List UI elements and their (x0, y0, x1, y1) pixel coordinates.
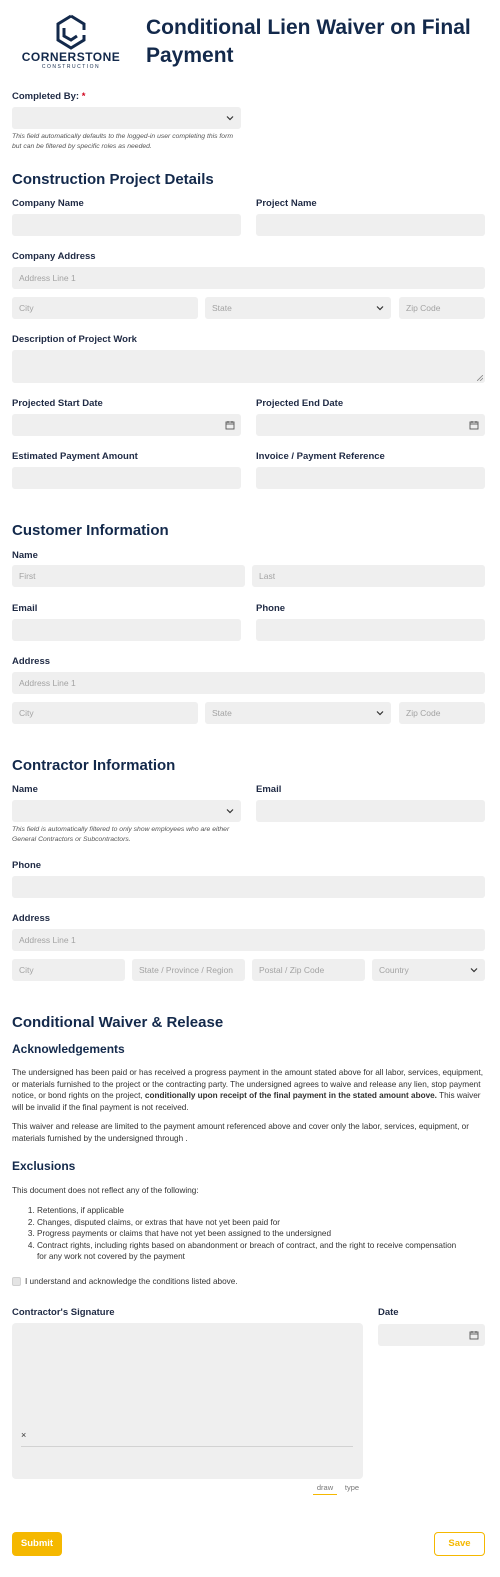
signature-tab-type[interactable]: type (341, 1483, 363, 1492)
page-title: Conditional Lien Waiver on Final Payment (146, 14, 496, 70)
customer-last-name-input[interactable]: Last (252, 565, 485, 587)
company-state-placeholder: State (212, 303, 232, 313)
page-title-line2: Payment (146, 44, 234, 67)
company-logo: CORNERSTONE CONSTRUCTION (14, 14, 128, 70)
exclusion-item: Progress payments or claims that have no… (37, 1228, 467, 1240)
waiver-section-heading: Conditional Waiver & Release (12, 1014, 224, 1031)
company-address-label: Company Address (12, 251, 96, 262)
company-name-input[interactable] (12, 214, 241, 236)
completed-by-help: This field automatically defaults to the… (12, 133, 234, 150)
customer-address-label: Address (12, 656, 51, 667)
chevron-down-icon (226, 809, 234, 814)
acknowledgements-heading: Acknowledgements (12, 1042, 125, 1056)
logo-subtitle: CONSTRUCTION (41, 64, 101, 70)
customer-address-line1-input[interactable]: Address Line 1 (12, 672, 485, 694)
customer-phone-input[interactable] (256, 619, 485, 641)
signature-line (21, 1446, 353, 1447)
page-title-line1: Conditional Lien Waiver on Final (146, 16, 471, 39)
acknowledge-checkbox-label[interactable]: I understand and acknowledge the conditi… (25, 1276, 238, 1288)
clear-signature-icon[interactable]: × (21, 1430, 26, 1440)
contractor-phone-label: Phone (12, 860, 42, 871)
calendar-icon[interactable] (225, 420, 235, 430)
acknowledgement-text-bold: conditionally upon receipt of the final … (144, 1091, 437, 1100)
contractor-address-label: Address (12, 913, 51, 924)
resize-handle-icon[interactable] (477, 375, 483, 381)
invoice-label: Invoice / Payment Reference (256, 451, 385, 462)
customer-phone-label: Phone (256, 603, 286, 614)
signature-label: Contractor's Signature (12, 1307, 115, 1318)
description-label: Description of Project Work (12, 334, 137, 345)
calendar-icon[interactable] (469, 420, 479, 430)
contractor-address-line1-input[interactable]: Address Line 1 (12, 929, 485, 951)
invoice-input[interactable] (256, 467, 485, 489)
exclusion-item: Changes, disputed claims, or extras that… (37, 1217, 467, 1229)
start-date-label: Projected Start Date (12, 398, 103, 409)
exclusions-heading: Exclusions (12, 1159, 76, 1173)
chevron-down-icon (376, 306, 384, 311)
limitation-paragraph: This waiver and release are limited to t… (12, 1122, 469, 1143)
signature-pad[interactable]: × (12, 1323, 363, 1479)
project-name-input[interactable] (256, 214, 485, 236)
project-section-heading: Construction Project Details (12, 171, 214, 188)
customer-first-name-input[interactable]: First (12, 565, 245, 587)
exclusion-item: Retentions, if applicable (37, 1205, 467, 1217)
acknowledge-checkbox[interactable] (12, 1277, 21, 1286)
signature-date-label: Date (378, 1307, 399, 1318)
customer-state-placeholder: State (212, 708, 232, 718)
contractor-state-input[interactable]: State / Province / Region (132, 959, 245, 981)
description-textarea[interactable] (12, 350, 485, 383)
exclusion-item: Contract rights, including rights based … (37, 1240, 467, 1263)
chevron-down-icon (470, 968, 478, 973)
completed-by-label-text: Completed By: (12, 91, 80, 102)
company-address-line1-input[interactable]: Address Line 1 (12, 267, 485, 289)
customer-email-input[interactable] (12, 619, 241, 641)
calendar-icon[interactable] (469, 1330, 479, 1340)
chevron-down-icon (226, 116, 234, 121)
required-mark: * (81, 91, 86, 102)
contractor-email-label: Email (256, 784, 282, 795)
cornerstone-logo-icon (56, 14, 86, 50)
company-name-label: Company Name (12, 198, 84, 209)
exclusions-intro: This document does not reflect any of th… (12, 1186, 199, 1195)
company-city-input[interactable]: City (12, 297, 198, 319)
contractor-email-input[interactable] (256, 800, 485, 822)
exclusions-list: Retentions, if applicable Changes, dispu… (37, 1205, 467, 1263)
contractor-section-heading: Contractor Information (12, 757, 176, 774)
payment-amount-input[interactable] (12, 467, 241, 489)
customer-section-heading: Customer Information (12, 522, 169, 539)
end-date-label: Projected End Date (256, 398, 344, 409)
contractor-phone-input[interactable] (12, 876, 485, 898)
end-date-input[interactable] (256, 414, 485, 436)
chevron-down-icon (376, 711, 384, 716)
company-zip-input[interactable]: Zip Code (399, 297, 485, 319)
logo-name: CORNERSTONE (21, 50, 121, 64)
signature-date-input[interactable] (378, 1324, 485, 1346)
contractor-name-help: This field is automatically filtered to … (12, 826, 230, 843)
completed-by-select[interactable] (12, 107, 241, 129)
acknowledgement-paragraph: The undersigned has been paid or has rec… (12, 1067, 490, 1113)
contractor-city-input[interactable]: City (12, 959, 125, 981)
submit-button[interactable]: Submit (12, 1532, 62, 1556)
completed-by-label: Completed By: * (12, 91, 85, 102)
contractor-name-label: Name (12, 784, 38, 795)
signature-tab-draw[interactable]: draw (313, 1483, 337, 1495)
customer-name-label: Name (12, 550, 38, 561)
start-date-input[interactable] (12, 414, 241, 436)
save-button[interactable]: Save (434, 1532, 485, 1556)
payment-amount-label: Estimated Payment Amount (12, 451, 138, 462)
company-state-select[interactable]: State (205, 297, 391, 319)
customer-email-label: Email (12, 603, 38, 614)
customer-zip-input[interactable]: Zip Code (399, 702, 485, 724)
project-name-label: Project Name (256, 198, 317, 209)
contractor-postal-input[interactable]: Postal / Zip Code (252, 959, 365, 981)
contractor-country-select[interactable]: Country (372, 959, 485, 981)
customer-city-input[interactable]: City (12, 702, 198, 724)
customer-state-select[interactable]: State (205, 702, 391, 724)
contractor-name-select[interactable] (12, 800, 241, 822)
